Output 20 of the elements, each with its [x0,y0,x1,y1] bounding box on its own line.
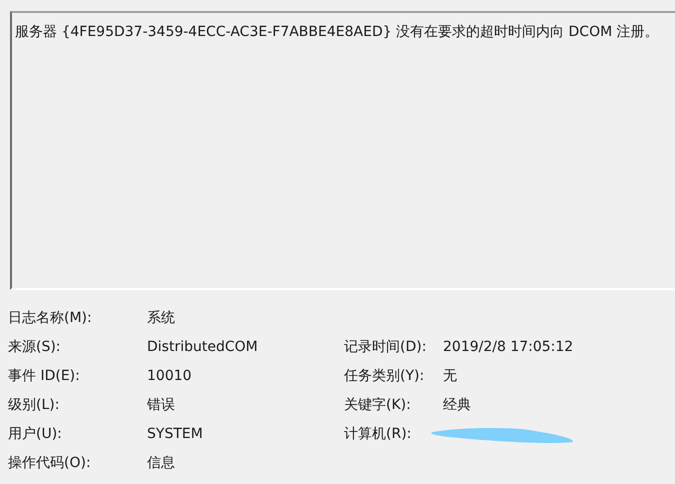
field-label: 任务类别(Y): [344,367,426,386]
field-label: 计算机(R): [344,425,412,444]
field-value: 信息 [147,454,176,473]
field-value: 系统 [147,309,176,328]
field-label: 日志名称(M): [8,309,93,328]
field-label: 关键字(K): [344,396,412,415]
field-label: 操作代码(O): [8,454,92,473]
field-label: 用户(U): [8,425,63,444]
field-label: 级别(L): [8,396,60,415]
field-label: 事件 ID(E): [8,367,81,386]
field-label: 记录时间(D): [344,338,428,357]
field-value: 10010 [147,367,193,386]
field-value: 2019/2/8 17:05:12 [443,338,574,357]
field-value: 无 [443,367,458,386]
field-value: 经典 [443,396,472,415]
field-label: 来源(S): [8,338,62,357]
event-description: 服务器 {4FE95D37-3459-4ECC-AC3E-F7ABBE4E8AED} 没有在要求的超时时间内向 DCOM 注册。 [15,23,659,41]
field-value: SYSTEM [147,425,204,444]
field-value: 错误 [147,396,176,415]
field-value: DistributedCOM [147,338,259,357]
